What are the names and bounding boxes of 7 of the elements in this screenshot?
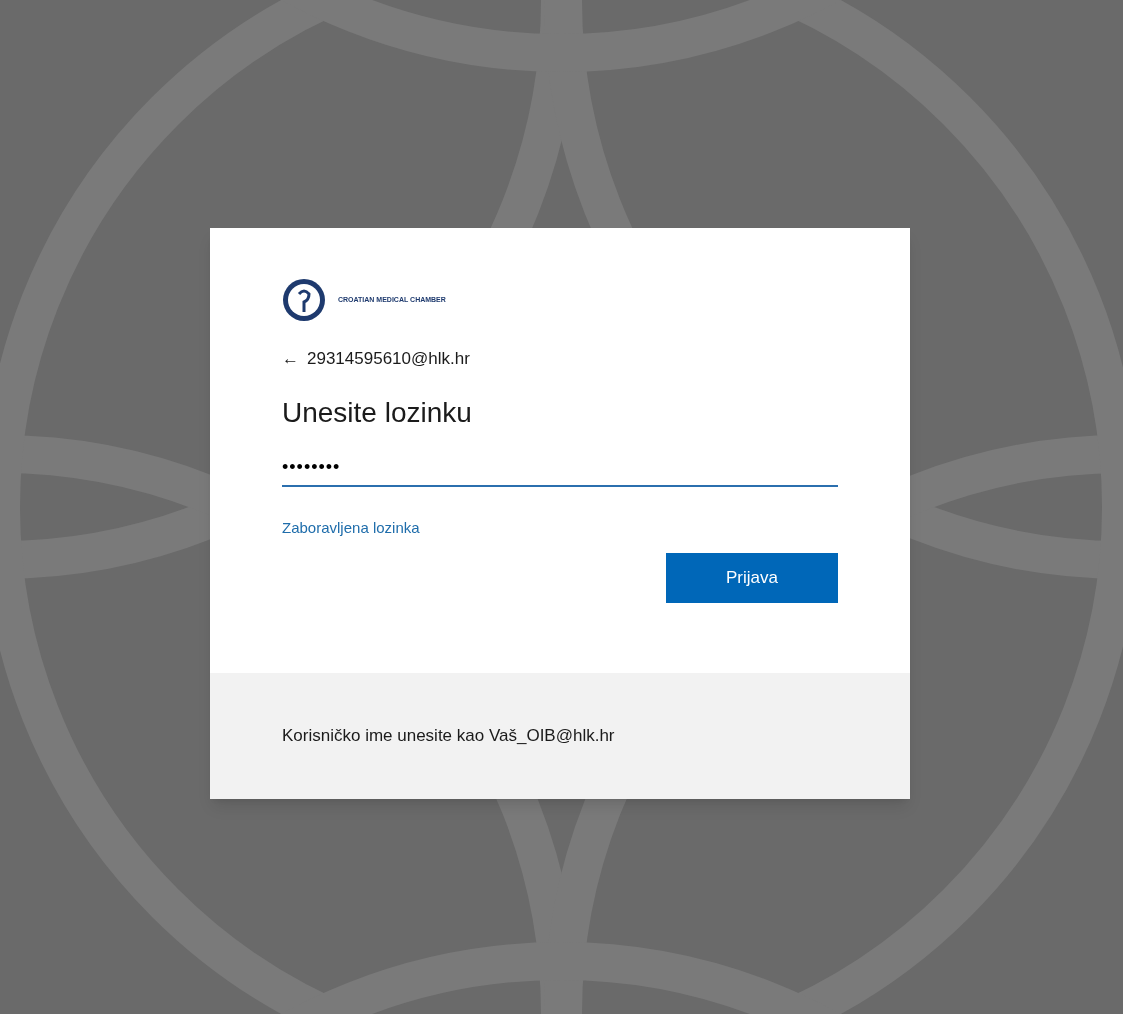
page-title: Unesite lozinku	[282, 395, 473, 430]
forgot-password-link[interactable]: Zaboravljena lozinka	[282, 516, 420, 539]
logo-icon	[282, 278, 326, 322]
back-button[interactable]: ← 29314595610@hlk.hr	[282, 346, 470, 372]
password-field[interactable]: ••••••••	[282, 449, 838, 487]
sign-in-button[interactable]: Prijava	[666, 553, 838, 603]
footer-hint: Korisničko ime unesite kao Vaš_OIB@hlk.hr	[282, 725, 615, 748]
